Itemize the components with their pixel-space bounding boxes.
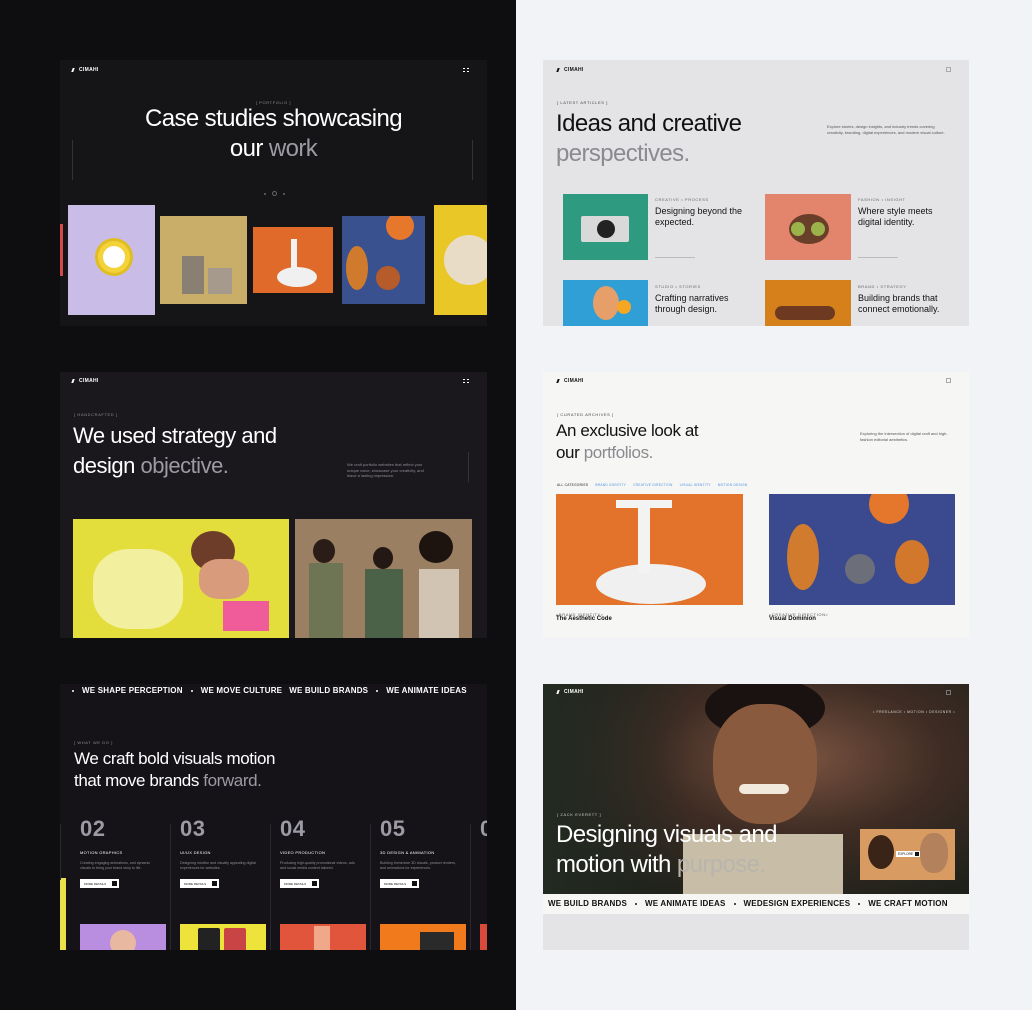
section-intro: Exploring the intersection of digital cr…: [860, 431, 948, 442]
showreel-thumbnail[interactable]: EXPLORE: [860, 829, 955, 880]
ticker-bar: WE BUILD BRANDS WE ANIMATE IDEAS WE DESIG…: [543, 894, 969, 914]
arrow-icon: [112, 881, 118, 886]
page-title: We used strategy and design objective.: [73, 423, 277, 478]
section-eyebrow: [ LATEST ARTICLES ]: [557, 100, 608, 105]
about-image-right: [295, 519, 472, 638]
more-details-button[interactable]: MORE DETAILS: [180, 879, 220, 888]
menu-icon[interactable]: [946, 67, 951, 72]
tab-creative-direction[interactable]: CREATIVE DIRECTION: [633, 483, 673, 487]
logo[interactable]: CIMAHI: [71, 378, 99, 384]
article-thumb[interactable]: [563, 194, 648, 260]
service-item[interactable]: 02 MOTION GRAPHICS Creating engaging ani…: [80, 816, 172, 950]
article-thumb[interactable]: [563, 280, 648, 326]
gallery-image-shapes[interactable]: [160, 216, 247, 304]
role-tags: • FREELANCE • MOTION • DESIGNER •: [873, 710, 955, 714]
article-thumb[interactable]: [765, 280, 851, 326]
logo-mark-icon: [556, 68, 563, 72]
logo-mark-icon: [556, 690, 563, 694]
side-rail: [468, 452, 469, 482]
logo[interactable]: CIMAHI: [71, 67, 99, 73]
gallery-image-plate[interactable]: [434, 205, 487, 315]
slider-controls: [264, 191, 285, 196]
more-details-button[interactable]: MORE DETAILS: [80, 879, 120, 888]
service-item[interactable]: 04 VIDEO PRODUCTION Producing high-quali…: [280, 816, 372, 950]
gallery-image-deer[interactable]: [253, 227, 333, 293]
marquee-ticker: WE SHAPE PERCEPTION WE MOVE CULTURE WE B…: [64, 686, 467, 695]
service-image: [80, 924, 166, 950]
arrow-icon: [412, 881, 418, 886]
article-category: BRAND • STRATEGY: [858, 284, 907, 289]
logo[interactable]: CIMAHI: [556, 67, 584, 73]
service-image: [380, 924, 466, 950]
logo-mark-icon: [71, 68, 78, 72]
logo-mark-icon: [71, 379, 78, 383]
marquee-ticker: WE BUILD BRANDS WE ANIMATE IDEAS WE DESIG…: [548, 899, 948, 908]
article-title[interactable]: Where style meets digital identity.: [858, 206, 948, 228]
article-category: CREATIVE • PROCESS: [655, 197, 709, 202]
section-eyebrow: [ HANDCRAFTED ]: [74, 412, 118, 417]
section-eyebrow: [ CURATED ARCHIVES ]: [557, 412, 614, 417]
page-title: Ideas and creative perspectives.: [556, 110, 742, 167]
page-title: An exclusive look at our portfolios.: [556, 421, 699, 462]
logo[interactable]: CIMAHI: [556, 378, 584, 384]
hero-preview: CIMAHI • FREELANCE • MOTION • DESIGNER •…: [543, 684, 969, 950]
services-preview: WE SHAPE PERCEPTION WE MOVE CULTURE WE B…: [60, 684, 487, 950]
service-item[interactable]: 05 3D DESIGN & ANIMATION Building immers…: [380, 816, 472, 950]
archive-title[interactable]: Visual Dominion: [769, 616, 816, 622]
archive-image[interactable]: [769, 494, 955, 605]
menu-icon[interactable]: [463, 379, 469, 383]
next-icon[interactable]: [283, 192, 285, 195]
filter-tabs: ALL CATEGORIES BRAND IDENTITY CREATIVE D…: [557, 483, 748, 487]
tab-brand-identity[interactable]: BRAND IDENTITY: [595, 483, 626, 487]
article-title[interactable]: Building brands that connect emotionally…: [858, 293, 958, 315]
gallery-image-orange[interactable]: [342, 216, 425, 304]
section-eyebrow: [ ZACK EVERETT ]: [557, 812, 602, 817]
article-category: FASHION • INSIGHT: [858, 197, 906, 202]
archive-image[interactable]: [556, 494, 743, 605]
arrow-icon: [212, 881, 218, 886]
portfolio-preview: CIMAHI [ PORTFOLIO ] Case studies showca…: [60, 60, 487, 326]
drag-icon[interactable]: [272, 191, 277, 196]
page-title: Case studies showcasing our work: [144, 105, 403, 162]
page-title: Designing visuals and motion with purpos…: [556, 821, 777, 878]
logo[interactable]: CIMAHI: [556, 689, 584, 695]
article-title[interactable]: Crafting narratives through design.: [655, 293, 750, 315]
tab-all-categories[interactable]: ALL CATEGORIES: [557, 483, 588, 487]
more-details-button[interactable]: MORE DETAILS: [280, 879, 320, 888]
arrow-icon: [312, 881, 318, 886]
more-details-button[interactable]: MORE DETAILS: [380, 879, 420, 888]
about-image-left: [73, 519, 289, 638]
menu-icon[interactable]: [946, 690, 951, 695]
menu-icon[interactable]: [946, 378, 951, 383]
tab-motion-design[interactable]: MOTION DESIGN: [718, 483, 748, 487]
article-thumb[interactable]: [765, 194, 851, 260]
about-preview: CIMAHI [ HANDCRAFTED ] We used strategy …: [60, 372, 487, 638]
logo-mark-icon: [556, 379, 563, 383]
service-item[interactable]: 03 UI/UX DESIGN Designing intuitive and …: [180, 816, 272, 950]
articles-preview: CIMAHI [ LATEST ARTICLES ] Ideas and cre…: [543, 60, 969, 326]
article-title[interactable]: Designing beyond the expected.: [655, 206, 750, 228]
section-intro: We craft portfolio websites that reflect…: [347, 462, 424, 478]
article-category: STUDIO • STORIES: [655, 284, 701, 289]
archive-title[interactable]: The Aesthetic Code: [556, 616, 612, 622]
gallery-image[interactable]: [60, 224, 63, 276]
gallery-image-clock[interactable]: [68, 205, 155, 315]
tab-visual-identity[interactable]: VISUAL IDENTITY: [680, 483, 711, 487]
services-grid: 02 MOTION GRAPHICS Creating engaging ani…: [60, 700, 487, 950]
prev-icon[interactable]: [264, 192, 266, 195]
play-icon: [915, 852, 920, 856]
archives-preview: CIMAHI [ CURATED ARCHIVES ] An exclusive…: [543, 372, 969, 638]
explore-button[interactable]: EXPLORE: [896, 851, 921, 857]
service-image: [280, 924, 366, 950]
service-image: [180, 924, 266, 950]
section-intro: Explore stories, design insights, and in…: [827, 124, 945, 135]
menu-icon[interactable]: [463, 68, 469, 72]
